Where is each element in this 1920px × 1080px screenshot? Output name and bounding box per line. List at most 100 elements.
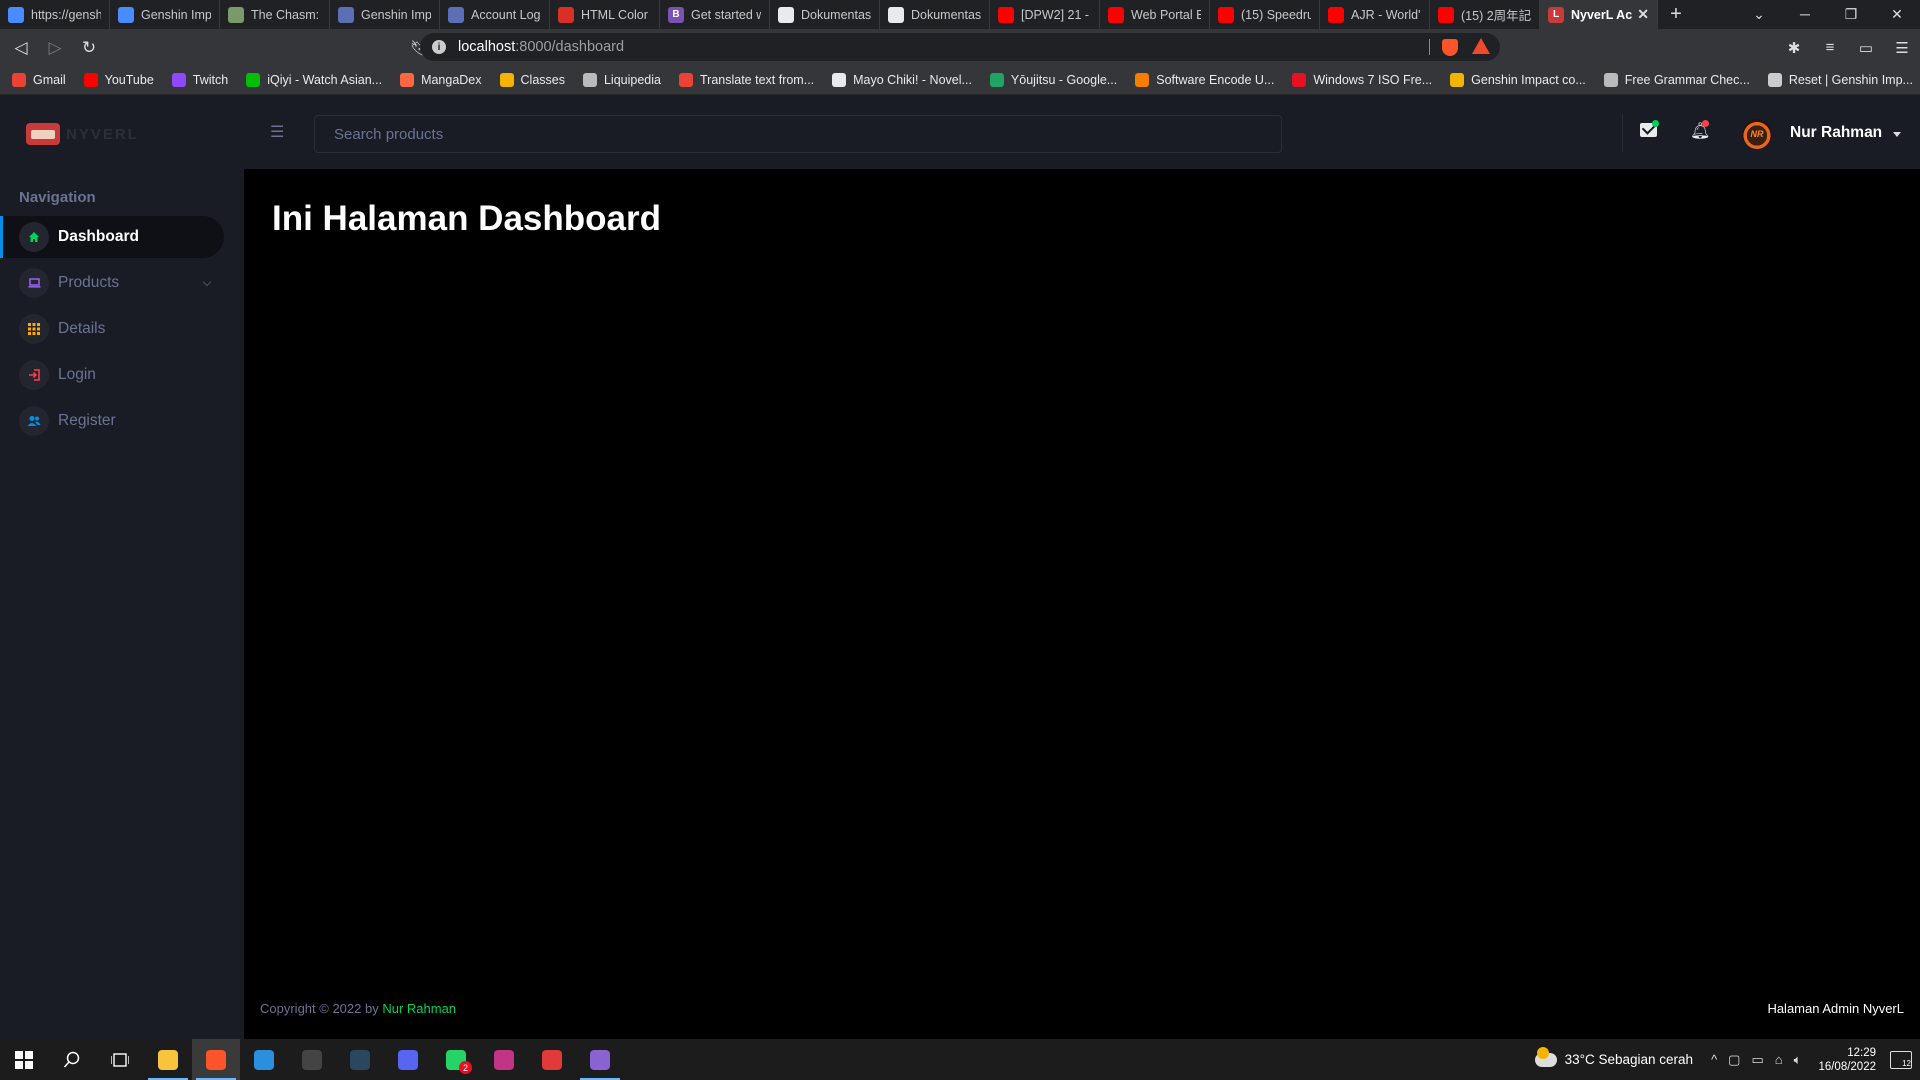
browser-tab[interactable]: Account Log: [440, 0, 550, 29]
bookmark-item[interactable]: Liquipedia: [582, 73, 661, 87]
sidebar-item-login[interactable]: Login: [0, 354, 224, 396]
browser-tab[interactable]: (15) Speedrun: [1210, 0, 1320, 29]
bookmark-label: Reset | Genshin Imp...: [1788, 73, 1913, 87]
user-name[interactable]: Nur Rahman: [1790, 124, 1882, 142]
clock[interactable]: 12:29 16/08/2022: [1818, 1046, 1876, 1074]
taskbar-app-obs[interactable]: [288, 1039, 336, 1080]
bookmark-item[interactable]: Twitch: [171, 73, 228, 87]
sidebar-item-details[interactable]: Details: [0, 308, 224, 350]
sidebar-toggle-icon[interactable]: ☰: [270, 122, 284, 142]
bookmark-item[interactable]: Software Encode U...: [1135, 73, 1274, 87]
search-input[interactable]: [314, 115, 1282, 153]
browser-toolbar: ◁ ▷ ↻ 🔖︎ i localhost:8000/dashboard ✱ ≡ …: [0, 29, 1920, 66]
close-window-button[interactable]: ✕: [1874, 0, 1920, 29]
chevron-up-icon[interactable]: ^: [1711, 1052, 1717, 1067]
sidebar-item-register[interactable]: Register: [0, 400, 224, 442]
browser-tab[interactable]: [DPW2] 21 - F: [990, 0, 1100, 29]
weather-text[interactable]: 33°C Sebagian cerah: [1565, 1052, 1694, 1067]
mail-indicator: [1652, 120, 1659, 127]
taskbar-app-vscode[interactable]: [240, 1039, 288, 1080]
bookmark-item[interactable]: Reset | Genshin Imp...: [1767, 73, 1913, 87]
omnibox-divider: [1429, 39, 1430, 55]
playlist-icon[interactable]: ≡: [1812, 39, 1848, 56]
browser-tab[interactable]: Dokumentasi: [880, 0, 990, 29]
start-button[interactable]: [0, 1039, 48, 1080]
taskbar-app-wps-office[interactable]: [528, 1039, 576, 1080]
tab-label: AJR - World's: [1351, 7, 1421, 22]
tab-search-icon[interactable]: ⌄: [1736, 0, 1782, 29]
sidebar-item-label: Details: [58, 320, 106, 337]
notification-center-icon[interactable]: 12: [1890, 1050, 1912, 1069]
bookmark-item[interactable]: Windows 7 ISO Fre...: [1292, 73, 1432, 87]
sidebar-item-label: Products: [58, 274, 120, 291]
bookmark-item[interactable]: Translate text from...: [678, 73, 814, 87]
close-tab-icon[interactable]: ✕: [1633, 6, 1649, 23]
steam-icon: [350, 1049, 370, 1070]
browser-tab[interactable]: Dokumentasi: [770, 0, 880, 29]
sidebar-item-products[interactable]: Products: [0, 262, 224, 304]
browser-tab[interactable]: The Chasm: U: [220, 0, 330, 29]
copyright-owner-link[interactable]: Nur Rahman: [382, 1001, 456, 1016]
bookmark-item[interactable]: iQiyi - Watch Asian...: [246, 73, 382, 87]
search-icon[interactable]: [48, 1039, 96, 1080]
reload-button[interactable]: ↻: [76, 35, 102, 61]
windows-taskbar: 2 33°C Sebagian cerah ^ ▢ ▭ ⌂ 🔈︎ 12:29 1…: [0, 1039, 1920, 1080]
avatar[interactable]: NR: [1742, 119, 1772, 149]
forward-button[interactable]: ▷: [42, 35, 68, 61]
volume-icon[interactable]: 🔈︎: [1794, 1052, 1802, 1068]
bookmark-item[interactable]: Gmail: [12, 73, 66, 87]
brand-logo[interactable]: NYVERL: [26, 123, 139, 145]
chevron-down-icon[interactable]: [202, 277, 212, 287]
vscode-icon: [254, 1049, 274, 1070]
network-icon[interactable]: ⌂: [1775, 1052, 1783, 1067]
battery-icon[interactable]: ▭: [1751, 1052, 1763, 1068]
bookmark-label: Windows 7 ISO Fre...: [1313, 73, 1433, 87]
browser-tab[interactable]: Genshin Impa: [110, 0, 220, 29]
bookmark-item[interactable]: MangaDex: [400, 73, 482, 87]
menu-icon[interactable]: ☰: [1884, 39, 1920, 57]
brave-rewards-icon[interactable]: [1472, 38, 1490, 54]
taskbar-app-github-desktop[interactable]: [576, 1039, 624, 1080]
bookmark-item[interactable]: Yōujitsu - Google...: [989, 73, 1117, 87]
new-tab-button[interactable]: +: [1658, 0, 1694, 29]
users-icon: [19, 406, 49, 436]
browser-tab[interactable]: Genshin Impa: [330, 0, 440, 29]
site-info-icon[interactable]: i: [432, 40, 446, 54]
taskbar-app-whatsapp[interactable]: 2: [432, 1039, 480, 1080]
sidebar-item-dashboard[interactable]: Dashboard: [0, 216, 224, 258]
browser-tab[interactable]: https://gensh: [0, 0, 110, 29]
weather-icon[interactable]: [1534, 1046, 1557, 1067]
browser-tab[interactable]: HTML Color C: [550, 0, 660, 29]
tab-label: Dokumentasi: [911, 7, 981, 22]
browser-tab[interactable]: Web Portal Be: [1100, 0, 1210, 29]
tab-nyverl-active[interactable]: L NyverL Ac ✕: [1540, 0, 1658, 29]
chevron-down-icon[interactable]: [1893, 132, 1901, 137]
back-button[interactable]: ◁: [8, 35, 34, 61]
browser-tab[interactable]: (15) 2周年記念: [1430, 0, 1540, 29]
taskbar-app-file-explorer[interactable]: [144, 1039, 192, 1080]
taskbar-app-steam[interactable]: [336, 1039, 384, 1080]
bookmark-item[interactable]: Mayo Chiki! - Novel...: [832, 73, 972, 87]
taskbar-app-discord[interactable]: [384, 1039, 432, 1080]
bookmark-item[interactable]: Genshin Impact co...: [1450, 73, 1586, 87]
tab-favicon: [1108, 6, 1124, 23]
task-view-icon[interactable]: [96, 1039, 144, 1080]
taskbar-app-instagram[interactable]: [480, 1039, 528, 1080]
extensions-icon[interactable]: ✱: [1776, 39, 1812, 57]
bookmark-item[interactable]: Classes: [499, 73, 565, 87]
minimize-button[interactable]: ─: [1782, 0, 1828, 29]
tab-label: Genshin Impa: [141, 7, 211, 22]
address-bar[interactable]: i localhost:8000/dashboard: [420, 33, 1500, 61]
browser-tab[interactable]: AJR - World's: [1320, 0, 1430, 29]
browser-tab[interactable]: B Get started w: [660, 0, 770, 29]
wallet-icon[interactable]: ▭: [1848, 39, 1884, 57]
bookmark-item[interactable]: YouTube: [83, 73, 154, 87]
bookmark-label: Classes: [520, 73, 565, 87]
bookmark-item[interactable]: Free Grammar Chec...: [1603, 73, 1750, 87]
bookmark-label: Mayo Chiki! - Novel...: [853, 73, 972, 87]
meet-now-icon[interactable]: ▢: [1728, 1052, 1740, 1068]
taskbar-app-brave-browser[interactable]: [192, 1039, 240, 1080]
brave-shields-icon[interactable]: [1442, 39, 1458, 56]
tab-favicon: [228, 6, 244, 23]
restore-button[interactable]: ❐: [1828, 0, 1874, 29]
